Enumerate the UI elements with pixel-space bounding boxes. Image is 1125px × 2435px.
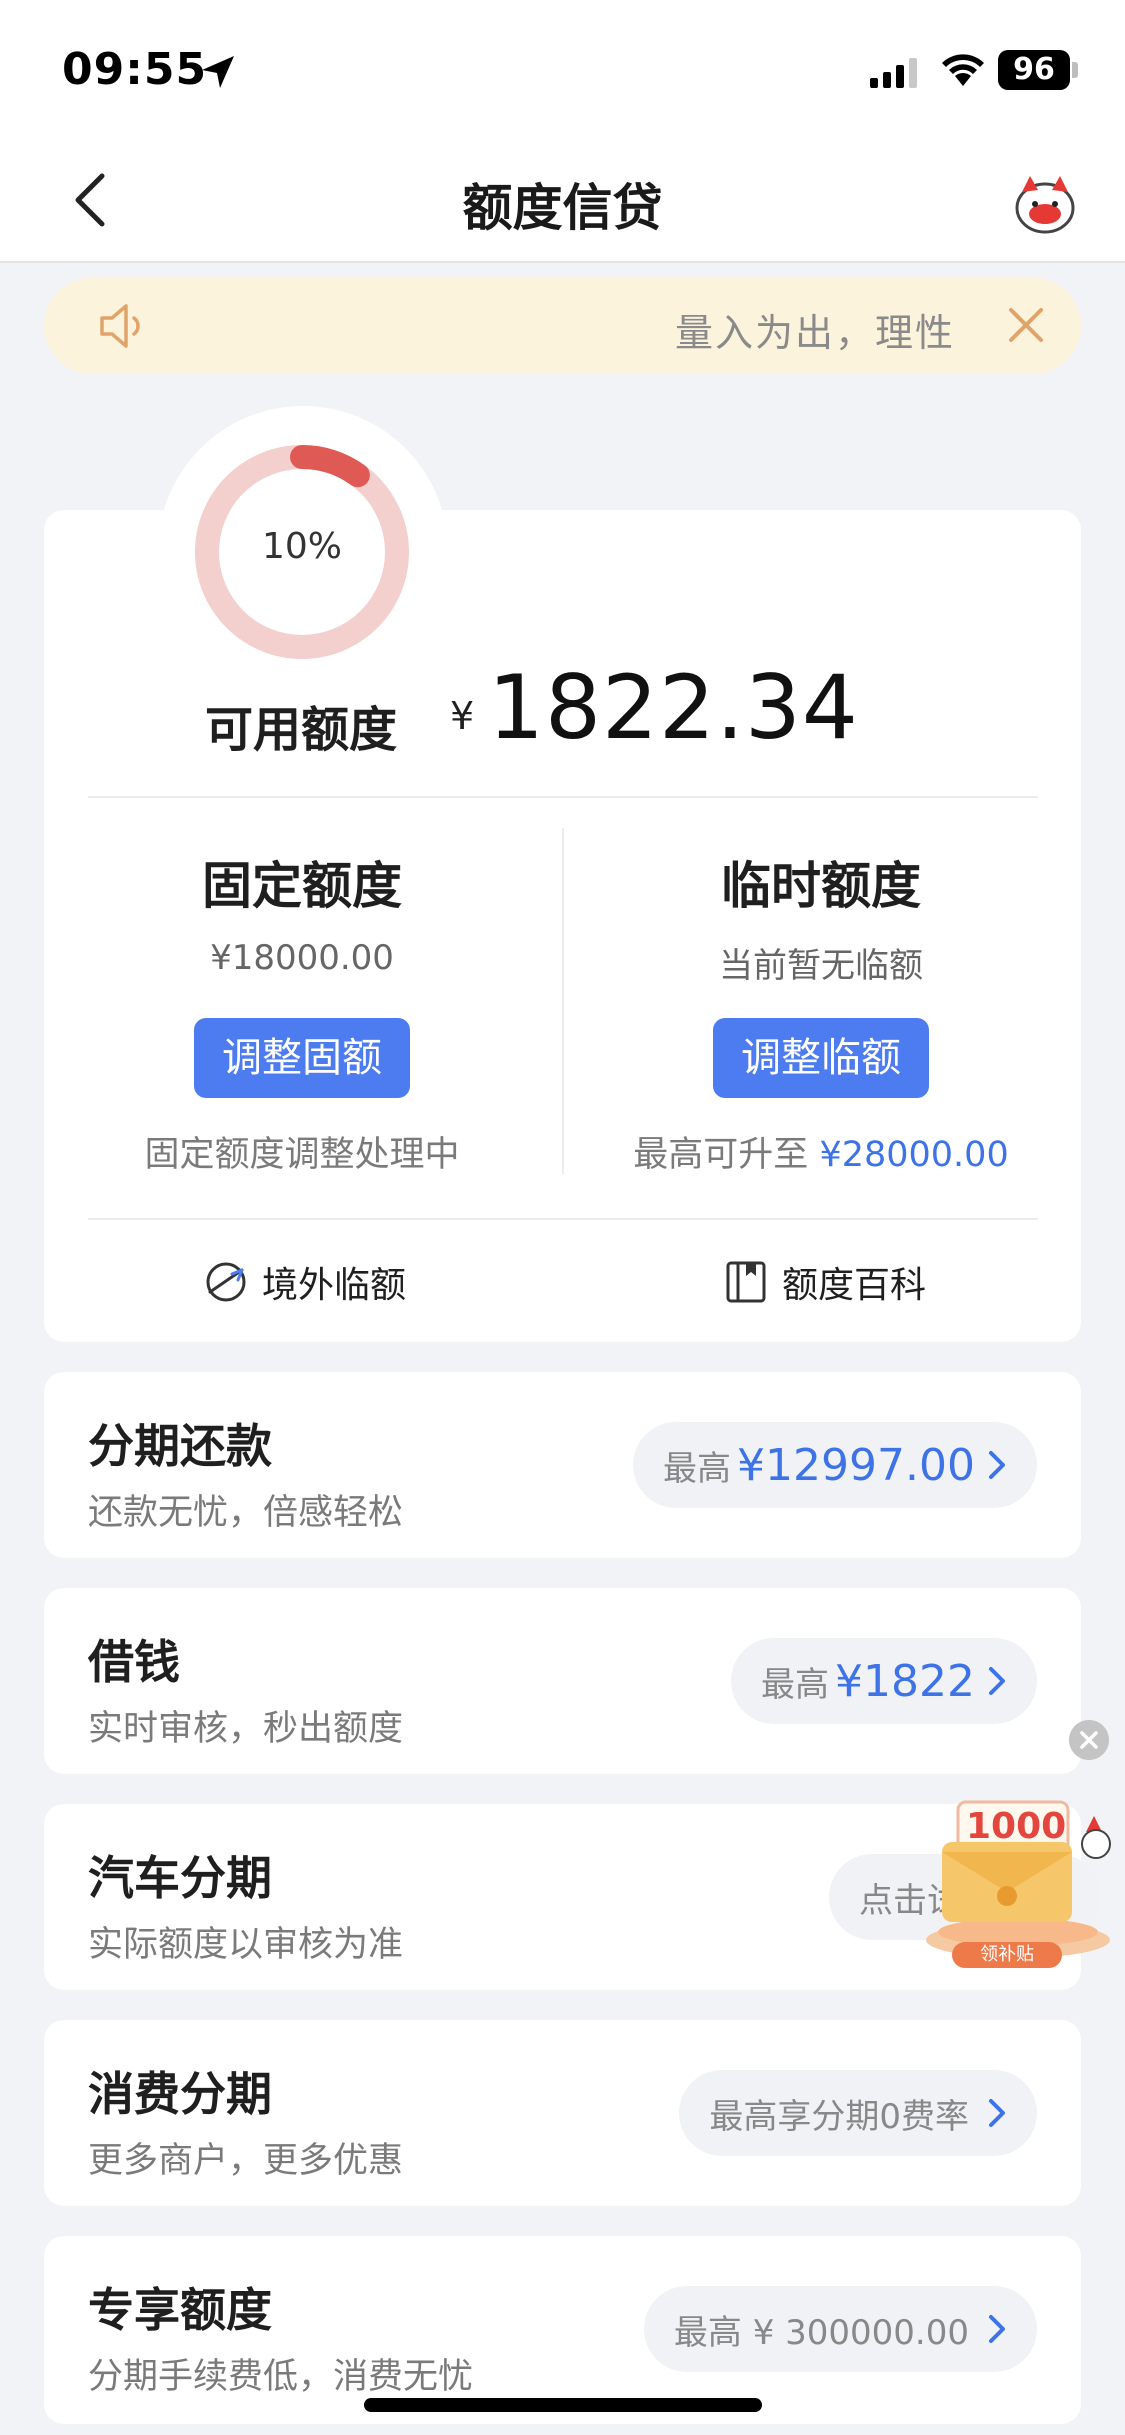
product-title: 消费分期 [88,2067,272,2121]
product-pill-button[interactable]: 最高 ¥12997.00 [633,1422,1037,1508]
temp-credit-note-prefix: 最高可升至 [633,1135,809,1175]
notice-text: 量入为出，理性 [674,311,955,355]
battery-indicator: 96 [998,50,1070,90]
close-icon[interactable] [1005,304,1047,346]
available-credit-amount: 1822.34 [488,656,859,759]
overseas-credit-label: 境外临额 [262,1265,407,1306]
chevron-right-icon [989,1451,1005,1479]
divider [88,796,1038,798]
product-card-borrow[interactable]: 借钱 实时审核，秒出额度 最高 ¥1822 [44,1588,1081,1774]
temp-credit-note: 最高可升至 ¥28000.00 [571,1126,1071,1177]
product-pill-button[interactable]: 最高享分期0费率 [679,2070,1037,2156]
location-arrow-icon [202,56,234,88]
book-icon [726,1261,766,1303]
available-credit-label: 可用额度 [205,702,398,758]
temp-credit-status: 当前暂无临额 [719,946,923,986]
cellular-signal-icon [870,58,917,88]
float-ad-close-icon[interactable] [1069,1720,1109,1760]
product-title: 借钱 [88,1635,180,1689]
usage-percent: 10% [261,526,342,567]
divider [88,1218,1038,1220]
product-title: 汽车分期 [88,1851,272,1905]
product-subtitle: 实际额度以审核为准 [88,1925,404,1965]
product-subtitle: 分期手续费低，消费无忧 [88,2357,474,2397]
product-subtitle: 更多商户，更多优惠 [88,2141,404,2181]
product-pill-button[interactable]: 最高 ¥ 300000.00 [643,2286,1037,2372]
float-ad-amount: 1000 [966,1806,1067,1847]
pill-prefix: 最高 [663,1448,732,1489]
fixed-credit-note: 固定额度调整处理中 [144,1135,460,1175]
product-card-installment-repay[interactable]: 分期还款 还款无忧，倍感轻松 最高 ¥12997.00 [44,1372,1081,1558]
chevron-right-icon [989,2099,1005,2127]
pill-amount: ¥12997.00 [737,1439,975,1491]
temp-credit-max-amount: ¥28000.00 [819,1135,1009,1175]
product-subtitle: 还款无忧，倍感轻松 [88,1493,404,1533]
battery-tip [1072,62,1078,78]
nav-bar: 额度信贷 [0,140,1125,263]
adjust-fixed-credit-button[interactable]: 调整固额 [194,1018,410,1098]
status-bar: 09:55 96 [0,0,1125,140]
pill-prefix: 最高享分期0费率 [709,2096,969,2137]
product-title: 分期还款 [88,1419,272,1473]
mascot-avatar-icon[interactable] [1010,168,1080,238]
overseas-icon [206,1262,246,1302]
float-ad-label: 领补贴 [952,1942,1062,1968]
page-title: 额度信贷 [462,179,663,237]
status-time: 09:55 [62,44,208,95]
product-subtitle: 实时审核，秒出额度 [88,1709,404,1749]
product-pill-button[interactable]: 最高 ¥1822 [731,1638,1037,1724]
wifi-icon [942,54,984,86]
chevron-right-icon [989,2315,1005,2343]
pill-prefix: 最高 ¥ 300000.00 [673,2312,969,2353]
adjust-temp-credit-button[interactable]: 调整临额 [713,1018,929,1098]
float-subsidy-ad[interactable]: 1000 领补贴 [918,1792,1124,1972]
product-title: 专享额度 [88,2283,272,2337]
product-card-exclusive-credit[interactable]: 专享额度 分期手续费低，消费无忧 最高 ¥ 300000.00 [44,2236,1081,2424]
credit-encyclopedia-label: 额度百科 [782,1265,927,1306]
speaker-icon [100,304,140,348]
notice-banner: 量入为出，理性 [44,278,1081,374]
column-divider [562,828,564,1174]
chevron-right-icon [989,1667,1005,1695]
home-indicator [364,2398,762,2412]
overseas-credit-link[interactable]: 境外临额 [204,1256,406,1308]
product-card-consumer-installment[interactable]: 消费分期 更多商户，更多优惠 最高享分期0费率 [44,2020,1081,2206]
fixed-credit-amount: ¥18000.00 [210,938,394,978]
credit-encyclopedia-link[interactable]: 额度百科 [724,1256,926,1308]
pill-amount: ¥1822 [835,1655,975,1707]
currency-symbol: ¥ [450,694,475,738]
temp-credit-title: 临时额度 [721,857,921,915]
fixed-credit-title: 固定额度 [202,857,402,915]
pill-prefix: 最高 [761,1664,830,1705]
